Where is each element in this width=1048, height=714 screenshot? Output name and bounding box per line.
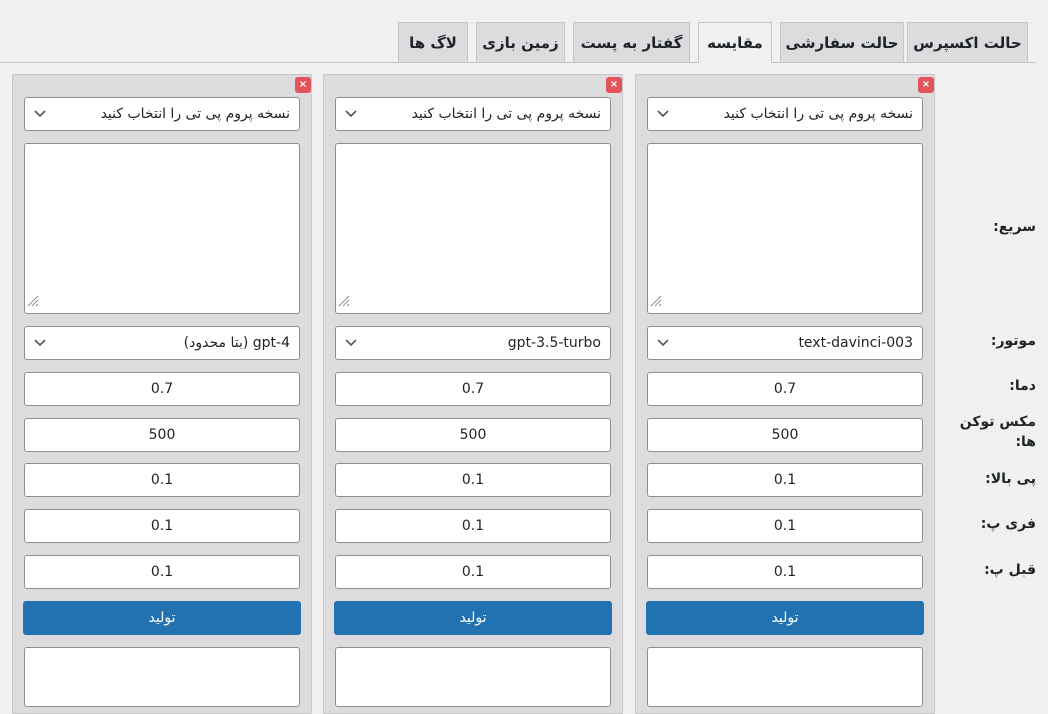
generate-button[interactable]: تولید	[23, 601, 301, 635]
temperature-input[interactable]: 0.7	[647, 372, 923, 406]
engine-select[interactable]: gpt-4 (بتا محدود)	[24, 326, 300, 360]
tab-bar-divider	[0, 62, 1036, 63]
top-p-input[interactable]: 0.1	[647, 463, 923, 497]
preset-select[interactable]: نسخه پروم پی تی را انتخاب کنید	[24, 97, 300, 131]
label-presence-penalty: قبل پ:	[984, 562, 1036, 578]
chevron-down-icon	[336, 110, 366, 118]
engine-select-value: gpt-4 (بتا محدود)	[183, 335, 290, 351]
max-tokens-input[interactable]: 500	[647, 418, 923, 452]
tab-playground[interactable]: زمین بازی	[476, 22, 565, 62]
chevron-down-icon	[25, 110, 55, 118]
tab-express-mode[interactable]: حالت اکسپرس	[907, 22, 1028, 62]
temperature-input[interactable]: 0.7	[335, 372, 611, 406]
prompt-textarea[interactable]	[647, 143, 923, 314]
resize-grip-icon[interactable]	[338, 292, 350, 311]
top-p-input[interactable]: 0.1	[24, 463, 300, 497]
preset-select[interactable]: نسخه پروم پی تی را انتخاب کنید	[335, 97, 611, 131]
prompt-textarea[interactable]	[335, 143, 611, 314]
label-max-tokens: مکس توکن ها:	[959, 414, 1036, 450]
engine-select[interactable]: text-davinci-003	[647, 326, 923, 360]
compare-column-1: × نسخه پروم پی تی را انتخاب کنید text-da…	[635, 74, 935, 714]
chevron-down-icon	[648, 339, 678, 347]
output-textarea[interactable]	[24, 647, 300, 707]
frequency-penalty-input[interactable]: 0.1	[335, 509, 611, 543]
chevron-down-icon	[336, 339, 366, 347]
generate-button[interactable]: تولید	[334, 601, 612, 635]
engine-select-value: gpt-3.5-turbo	[507, 335, 601, 351]
output-textarea[interactable]	[647, 647, 923, 707]
tab-speech-to-post[interactable]: گفتار به پست	[573, 22, 690, 62]
compare-column-3: × نسخه پروم پی تی را انتخاب کنید gpt-4 (…	[12, 74, 312, 714]
presence-penalty-input[interactable]: 0.1	[335, 555, 611, 589]
temperature-input[interactable]: 0.7	[24, 372, 300, 406]
label-frequency-penalty: فری پ:	[980, 516, 1036, 532]
frequency-penalty-input[interactable]: 0.1	[24, 509, 300, 543]
label-engine: موتور:	[990, 333, 1036, 349]
max-tokens-input[interactable]: 500	[24, 418, 300, 452]
engine-select-value: text-davinci-003	[798, 335, 913, 351]
resize-grip-icon[interactable]	[27, 292, 39, 311]
chevron-down-icon	[648, 110, 678, 118]
preset-select[interactable]: نسخه پروم پی تی را انتخاب کنید	[647, 97, 923, 131]
generate-button[interactable]: تولید	[646, 601, 924, 635]
tab-compare[interactable]: مقایسه	[698, 22, 772, 63]
preset-select-value: نسخه پروم پی تی را انتخاب کنید	[411, 106, 601, 122]
preset-select-value: نسخه پروم پی تی را انتخاب کنید	[100, 106, 290, 122]
frequency-penalty-input[interactable]: 0.1	[647, 509, 923, 543]
prompt-textarea[interactable]	[24, 143, 300, 314]
close-icon[interactable]: ×	[918, 77, 934, 93]
label-top-p: پی بالا:	[985, 471, 1036, 487]
presence-penalty-input[interactable]: 0.1	[24, 555, 300, 589]
preset-select-value: نسخه پروم پی تی را انتخاب کنید	[723, 106, 913, 122]
close-icon[interactable]: ×	[606, 77, 622, 93]
tab-logs[interactable]: لاگ ها	[398, 22, 468, 62]
output-textarea[interactable]	[335, 647, 611, 707]
max-tokens-input[interactable]: 500	[335, 418, 611, 452]
resize-grip-icon[interactable]	[650, 292, 662, 311]
chevron-down-icon	[25, 339, 55, 347]
label-temperature: دما:	[1009, 378, 1036, 394]
presence-penalty-input[interactable]: 0.1	[647, 555, 923, 589]
top-p-input[interactable]: 0.1	[335, 463, 611, 497]
engine-select[interactable]: gpt-3.5-turbo	[335, 326, 611, 360]
compare-column-2: × نسخه پروم پی تی را انتخاب کنید gpt-3.5…	[323, 74, 623, 714]
tab-custom-mode[interactable]: حالت سفارشی	[780, 22, 904, 62]
label-quick: سریع:	[993, 219, 1036, 235]
close-icon[interactable]: ×	[295, 77, 311, 93]
